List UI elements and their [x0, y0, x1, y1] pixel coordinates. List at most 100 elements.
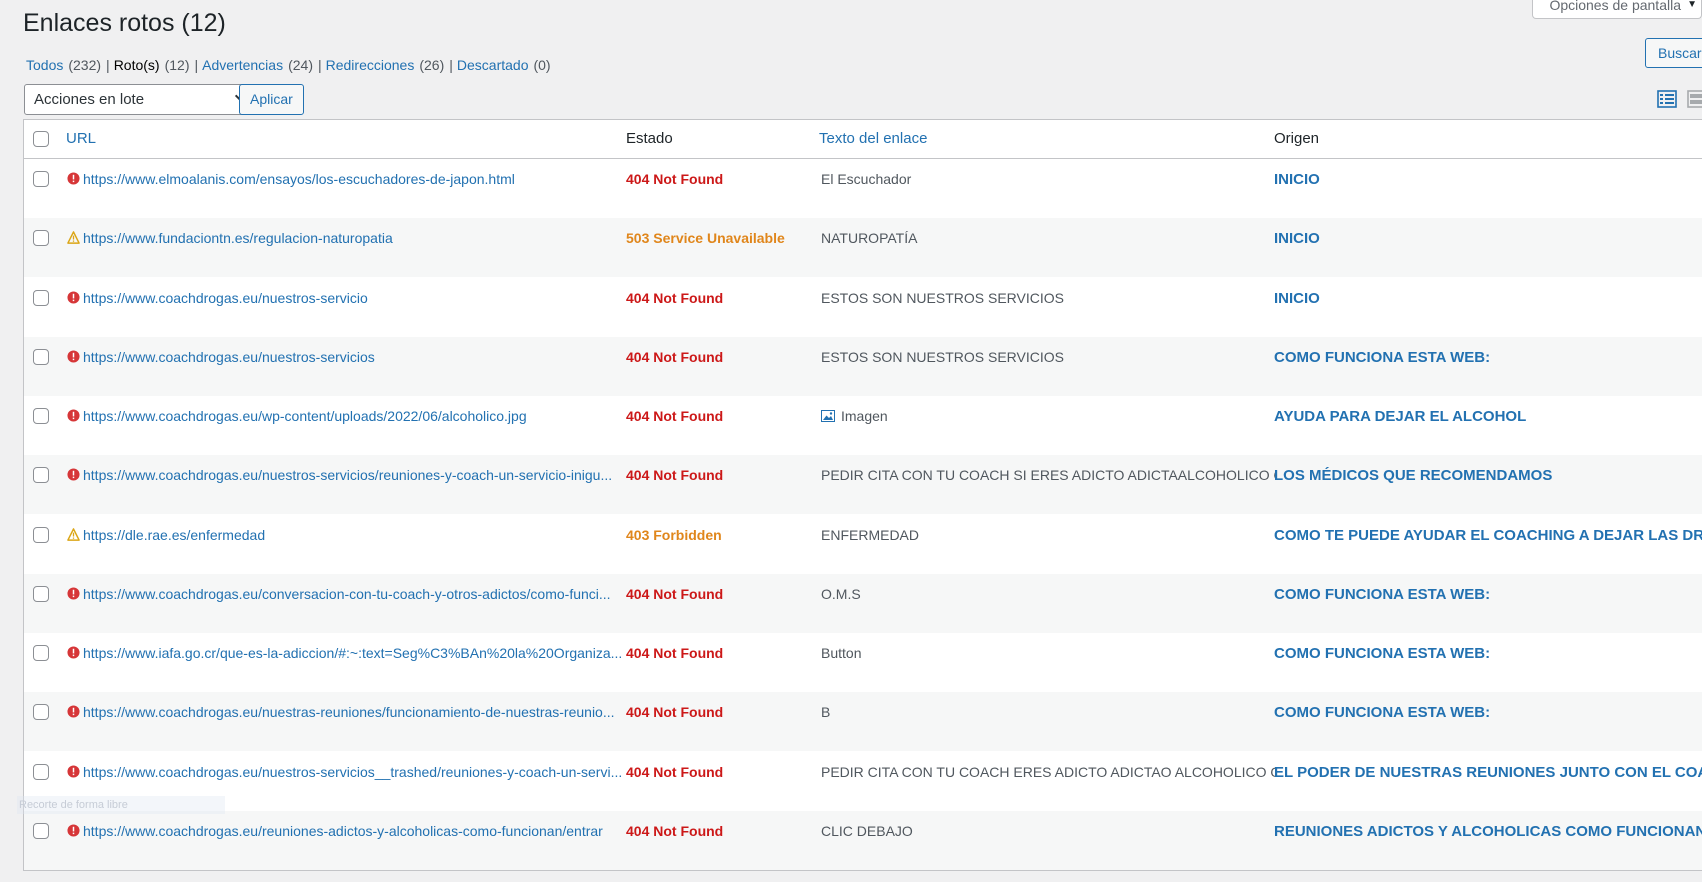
status-filter-links: Todos (232) | Roto(s) (12) | Advertencias (24) |…	[26, 57, 551, 73]
link-url[interactable]: https://www.coachdrogas.eu/wp-content/up…	[83, 408, 527, 424]
url-cell: https://www.coachdrogas.eu/reuniones-adi…	[67, 823, 627, 839]
status-badge: 404 Not Found	[626, 171, 724, 187]
link-text: ESTOS SON NUESTROS SERVICIOS	[821, 348, 1064, 365]
table-row: https://dle.rae.es/enfermedad 403 Forbidd…	[24, 515, 1702, 574]
origin-link[interactable]: INICIO	[1274, 290, 1320, 307]
status-badge: 404 Not Found	[626, 348, 724, 365]
origin-link[interactable]: COMO FUNCIONA ESTA WEB:	[1274, 586, 1490, 603]
link-text: PEDIR CITA CON TU COACH SI ERES ADICTO A…	[821, 467, 1276, 484]
filter-all[interactable]: Todos	[26, 57, 63, 73]
apply-button[interactable]: Aplicar	[239, 84, 304, 115]
url-cell: https://www.coachdrogas.eu/conversacion-…	[67, 586, 627, 602]
status-badge: 404 Not Found	[626, 585, 724, 602]
row-checkbox[interactable]	[33, 230, 49, 247]
select-all-checkbox[interactable]	[33, 131, 49, 147]
link-text: PEDIR CITA CON TU COACH ERES ADICTO ADIC…	[821, 763, 1276, 780]
column-url[interactable]: URL	[66, 120, 96, 158]
origin-link[interactable]: EL PODER DE NUESTRAS REUNIONES JUNTO CON…	[1274, 764, 1702, 781]
origin-link[interactable]: INICIO	[1274, 230, 1320, 247]
snip-tooltip: Recorte de forma libre	[17, 796, 225, 814]
filter-warnings[interactable]: Advertencias	[202, 57, 283, 73]
table-row: https://www.coachdrogas.eu/reuniones-adi…	[24, 810, 1702, 870]
row-checkbox[interactable]	[33, 467, 49, 484]
link-text: ESTOS SON NUESTROS SERVICIOS	[821, 289, 1064, 306]
table-row: https://www.coachdrogas.eu/conversacion-…	[24, 573, 1702, 633]
row-checkbox[interactable]	[33, 526, 49, 543]
link-text-cell: PEDIR CITA CON TU COACH SI ERES ADICTO A…	[821, 467, 1276, 483]
url-cell: https://www.coachdrogas.eu/nuestras-reun…	[67, 704, 627, 720]
error-icon	[67, 587, 80, 600]
chevron-down-icon: ▼	[1687, 0, 1697, 10]
url-cell: https://dle.rae.es/enfermedad	[67, 527, 627, 543]
page-title: Enlaces rotos (12)	[23, 9, 226, 37]
link-text: B	[821, 704, 831, 721]
link-url[interactable]: https://www.coachdrogas.eu/conversacion-…	[83, 586, 611, 602]
error-icon	[67, 350, 80, 363]
filter-broken[interactable]: Roto(s)	[114, 57, 160, 73]
link-url[interactable]: https://www.elmoalanis.com/ensayos/los-e…	[83, 171, 515, 187]
link-url[interactable]: https://dle.rae.es/enfermedad	[83, 527, 265, 543]
row-checkbox[interactable]	[33, 645, 49, 661]
list-view-icon[interactable]	[1657, 89, 1677, 109]
link-url[interactable]: https://www.iafa.go.cr/que-es-la-adiccio…	[83, 645, 622, 661]
error-icon	[67, 824, 80, 837]
status-badge: 404 Not Found	[626, 704, 724, 721]
row-checkbox[interactable]	[33, 585, 49, 602]
filter-redirects[interactable]: Redirecciones	[326, 57, 415, 73]
link-text: NATUROPATÍA	[821, 230, 918, 247]
origin-link[interactable]: COMO FUNCIONA ESTA WEB:	[1274, 645, 1490, 662]
link-text-cell: Button	[821, 645, 1276, 661]
separator: |	[106, 57, 110, 73]
origin-link[interactable]: REUNIONES ADICTOS Y ALCOHOLICAS COMO FUN…	[1274, 823, 1702, 840]
status-badge: 404 Not Found	[626, 645, 724, 661]
column-origin: Origen	[1274, 130, 1320, 147]
link-text: O.M.S	[821, 585, 861, 602]
filter-count: (232)	[68, 57, 102, 73]
column-link-text[interactable]: Texto del enlace	[819, 120, 927, 158]
origin-link[interactable]: INICIO	[1274, 171, 1320, 188]
filter-dismissed[interactable]: Descartado	[457, 57, 529, 73]
url-cell: https://www.coachdrogas.eu/nuestros-serv…	[67, 764, 627, 780]
row-checkbox[interactable]	[33, 763, 49, 780]
excerpt-view-icon[interactable]	[1687, 89, 1702, 109]
table-row: https://www.coachdrogas.eu/nuestros-serv…	[24, 455, 1702, 515]
origin-link[interactable]: COMO FUNCIONA ESTA WEB:	[1274, 704, 1490, 721]
link-url[interactable]: https://www.coachdrogas.eu/nuestros-serv…	[83, 349, 375, 365]
bulk-actions-select[interactable]: Acciones en lote	[24, 84, 256, 115]
row-checkbox[interactable]	[33, 704, 49, 721]
table-row: https://www.coachdrogas.eu/nuestros-serv…	[24, 278, 1702, 337]
url-cell: https://www.iafa.go.cr/que-es-la-adiccio…	[67, 645, 627, 661]
link-text: CLIC DEBAJO	[821, 822, 913, 839]
link-url[interactable]: https://www.coachdrogas.eu/nuestros-serv…	[83, 467, 612, 483]
origin-link[interactable]: COMO TE PUEDE AYUDAR EL COACHING A DEJAR…	[1274, 527, 1702, 544]
link-url[interactable]: https://www.coachdrogas.eu/nuestros-serv…	[83, 764, 622, 780]
error-icon	[67, 172, 80, 185]
table-row: https://www.coachdrogas.eu/nuestras-reun…	[24, 692, 1702, 752]
link-url[interactable]: https://www.coachdrogas.eu/nuestros-serv…	[83, 290, 368, 306]
status-badge: 404 Not Found	[626, 763, 724, 780]
link-url[interactable]: https://www.coachdrogas.eu/nuestras-reun…	[83, 704, 615, 720]
url-cell: https://www.coachdrogas.eu/nuestros-serv…	[67, 467, 627, 483]
origin-link[interactable]: COMO FUNCIONA ESTA WEB:	[1274, 349, 1490, 366]
error-icon	[67, 764, 80, 778]
warning-icon	[67, 231, 80, 245]
filter-count: (0)	[533, 57, 551, 73]
origin-link[interactable]: AYUDA PARA DEJAR EL ALCOHOL	[1274, 408, 1526, 425]
link-text-cell: ESTOS SON NUESTROS SERVICIOS	[821, 349, 1276, 365]
link-text-cell: CLIC DEBAJO	[821, 823, 1276, 839]
row-checkbox[interactable]	[33, 348, 49, 365]
row-checkbox[interactable]	[33, 289, 49, 306]
screen-options-label: Opciones de pantalla	[1549, 0, 1681, 13]
url-cell: https://www.coachdrogas.eu/wp-content/up…	[67, 408, 627, 424]
screen-options-button[interactable]: Opciones de pantalla ▼	[1532, 0, 1702, 19]
error-icon	[67, 468, 80, 481]
error-icon	[67, 290, 80, 304]
row-checkbox[interactable]	[33, 822, 49, 839]
row-checkbox[interactable]	[33, 171, 49, 187]
link-url[interactable]: https://www.coachdrogas.eu/reuniones-adi…	[83, 823, 603, 839]
search-button[interactable]: Buscar »	[1645, 38, 1702, 68]
table-row: https://www.fundaciontn.es/regulacion-na…	[24, 218, 1702, 278]
link-url[interactable]: https://www.fundaciontn.es/regulacion-na…	[83, 230, 393, 246]
origin-link[interactable]: LOS MÉDICOS QUE RECOMENDAMOS	[1274, 467, 1552, 484]
row-checkbox[interactable]	[33, 408, 49, 424]
